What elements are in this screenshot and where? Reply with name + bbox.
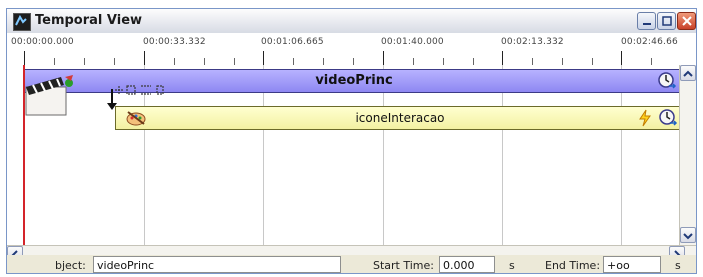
ruler-tick <box>383 51 384 65</box>
lightning-icon[interactable] <box>638 109 652 127</box>
object-field[interactable]: videoPrinc <box>93 256 341 273</box>
media-clapper-icon[interactable] <box>25 73 81 117</box>
app-icon <box>13 13 31 31</box>
scroll-down-icon <box>683 233 693 240</box>
ruler-tick-label: 00:02:13.332 <box>501 37 564 47</box>
close-icon <box>681 16 692 26</box>
scroll-up-button[interactable] <box>680 65 696 81</box>
temporal-view-window: Temporal View 00:00:00.000 00:00:33.332 … <box>6 8 697 274</box>
ruler-tick <box>54 58 55 65</box>
track-bar-iconeInteracao[interactable]: iconeInteracao <box>115 106 679 130</box>
end-time-label: End Time: <box>545 259 601 272</box>
ruler-tick <box>323 58 324 65</box>
track-label: iconeInteracao <box>355 111 445 125</box>
ruler-tick-label: 00:02:46.66 <box>621 37 678 47</box>
start-time-unit: s <box>509 259 515 272</box>
minimize-button[interactable] <box>637 12 656 30</box>
ruler-tick <box>293 58 294 65</box>
maximize-button[interactable] <box>657 12 676 30</box>
ruler-tick-label: 00:01:40.000 <box>381 37 444 47</box>
ruler-tick <box>473 58 474 65</box>
ruler-tick <box>651 58 652 65</box>
ruler-tick <box>502 51 503 65</box>
start-time-label: Start Time: <box>373 259 434 272</box>
ruler-tick <box>592 58 593 65</box>
ruler-tick-label: 00:00:00.000 <box>11 37 74 47</box>
window-title: Temporal View <box>35 13 143 28</box>
ruler-tick <box>353 58 354 65</box>
ruler-tick <box>114 58 115 65</box>
ruler-tick <box>443 58 444 65</box>
ruler-tick <box>144 51 145 65</box>
ruler-tick <box>621 51 622 65</box>
ruler-tick <box>174 58 175 65</box>
start-time-field[interactable]: 0.000 <box>439 256 495 273</box>
vertical-scrollbar[interactable] <box>679 65 696 245</box>
status-bar: bject: videoPrinc Start Time: 0.000 s En… <box>7 255 696 273</box>
scroll-down-button[interactable] <box>680 227 696 243</box>
ruler-tick <box>24 51 25 65</box>
ruler-tick <box>562 58 563 65</box>
ruler-tick <box>234 58 235 65</box>
title-bar[interactable]: Temporal View <box>7 9 696 34</box>
end-time-field[interactable]: +oo <box>603 256 661 273</box>
ruler-tick-label: 00:01:06.665 <box>261 37 324 47</box>
end-time-unit: s <box>675 259 681 272</box>
object-label: bject: <box>55 259 86 272</box>
close-button[interactable] <box>677 12 696 30</box>
clock-icon[interactable] <box>657 71 677 91</box>
ruler-tick-label: 00:00:33.332 <box>143 37 206 47</box>
timeline-track-area[interactable]: videoPrinc iconeInteracao <box>7 65 679 245</box>
playhead[interactable] <box>23 65 25 245</box>
clock-icon[interactable] <box>658 108 678 128</box>
connector-icon[interactable] <box>113 83 175 97</box>
ruler-tick <box>204 58 205 65</box>
scroll-up-icon <box>683 70 693 77</box>
minimize-icon <box>642 23 651 25</box>
time-ruler[interactable]: 00:00:00.000 00:00:33.332 00:01:06.665 0… <box>7 33 696 66</box>
ruler-tick <box>532 58 533 65</box>
ruler-tick <box>84 58 85 65</box>
maximize-icon <box>661 16 672 26</box>
ruler-tick <box>263 51 264 65</box>
ruler-tick <box>413 58 414 65</box>
